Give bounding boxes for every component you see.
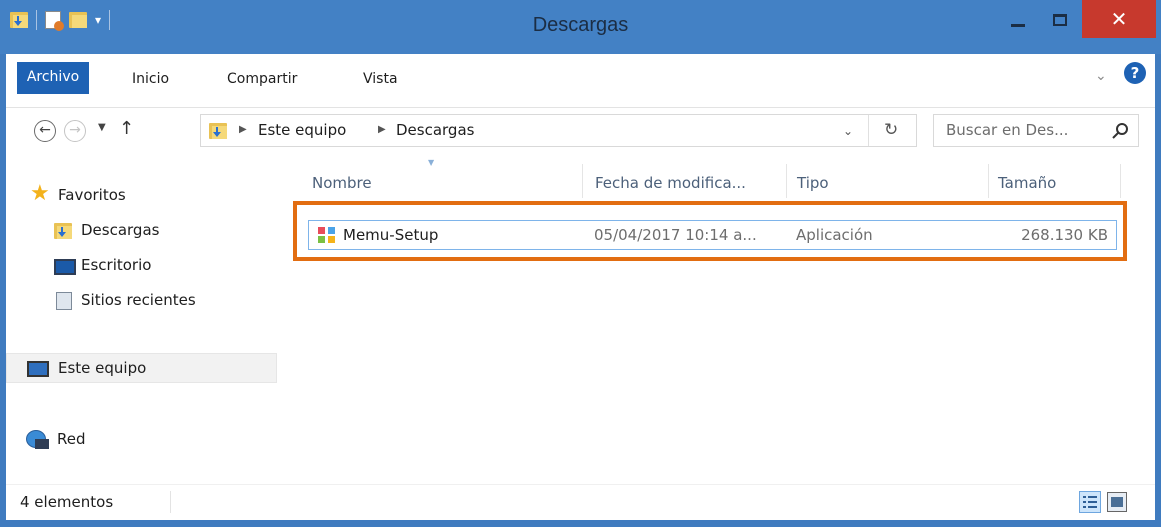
column-divider[interactable] — [582, 164, 583, 198]
folder-download-icon — [209, 123, 227, 139]
back-button[interactable]: ← — [34, 120, 56, 142]
minimize-icon — [1011, 23, 1025, 27]
sidebar-item-label: Este equipo — [58, 359, 147, 377]
navigation-pane: ★ Favoritos Descargas Escritorio Sitios … — [6, 154, 278, 484]
column-divider[interactable] — [988, 164, 989, 198]
ribbon: Archivo Inicio Compartir Vista ⌄ ? — [6, 54, 1155, 108]
details-view-button[interactable] — [1079, 491, 1101, 513]
minimize-button[interactable] — [998, 0, 1038, 40]
close-icon: ✕ — [1110, 7, 1128, 31]
address-bar[interactable]: ▶ Este equipo ▶ Descargas ⌄ ↻ — [200, 114, 917, 147]
computer-icon — [27, 361, 49, 377]
expand-ribbon-icon[interactable]: ⌄ — [1095, 68, 1107, 84]
highlight-box — [293, 201, 1127, 261]
address-divider — [868, 115, 869, 146]
folder-download-icon — [54, 223, 72, 239]
sidebar-item-label: Sitios recientes — [81, 291, 196, 309]
sidebar-item-este-equipo[interactable]: Este equipo — [6, 353, 277, 383]
tab-compartir[interactable]: Compartir — [227, 66, 297, 92]
item-count: 4 elementos — [20, 493, 114, 511]
details-view-icon — [1083, 496, 1097, 508]
sidebar-item-label: Red — [57, 430, 86, 448]
title-bar: ▾ Descargas ✕ — [0, 0, 1161, 54]
sidebar-item-escritorio[interactable]: Escritorio — [6, 251, 278, 281]
status-bar: 4 elementos — [6, 484, 1155, 520]
address-dropdown-icon[interactable]: ⌄ — [843, 124, 853, 138]
breadcrumb-chevron-icon[interactable]: ▶ — [239, 124, 247, 135]
status-divider — [170, 491, 171, 513]
maximize-button[interactable] — [1040, 0, 1080, 40]
sidebar-item-label: Favoritos — [58, 186, 126, 204]
close-button[interactable]: ✕ — [1082, 0, 1156, 38]
column-header-tamano[interactable]: Tamaño — [998, 174, 1056, 192]
large-icons-view-button[interactable] — [1107, 492, 1127, 512]
sidebar-item-descargas[interactable]: Descargas — [6, 216, 278, 246]
column-header-fecha[interactable]: Fecha de modifica... — [595, 174, 746, 192]
tab-archivo[interactable]: Archivo — [17, 62, 89, 94]
sidebar-item-label: Escritorio — [81, 256, 152, 274]
refresh-icon[interactable]: ↻ — [884, 120, 898, 140]
star-icon: ★ — [30, 181, 50, 206]
sort-ascending-icon: ▼ — [428, 158, 435, 167]
explorer-window: ▾ Descargas ✕ Archivo Inicio Compartir V… — [0, 0, 1161, 527]
column-divider[interactable] — [786, 164, 787, 198]
recent-locations-icon[interactable]: ▼ — [98, 122, 106, 133]
search-icon[interactable] — [1111, 121, 1131, 141]
tab-vista[interactable]: Vista — [363, 66, 398, 92]
column-divider[interactable] — [1120, 164, 1121, 198]
search-input[interactable]: Buscar en Des... — [946, 121, 1068, 139]
search-box[interactable]: Buscar en Des... — [933, 114, 1139, 147]
column-header-nombre[interactable]: Nombre — [312, 174, 372, 192]
sidebar-item-sitios-recientes[interactable]: Sitios recientes — [6, 286, 278, 316]
sidebar-item-label: Descargas — [81, 221, 160, 239]
sidebar-item-red[interactable]: Red — [6, 425, 278, 455]
large-icons-view-icon — [1111, 497, 1123, 507]
sidebar-item-favoritos[interactable]: ★ Favoritos — [6, 181, 278, 211]
forward-button[interactable]: → — [64, 120, 86, 142]
column-header-tipo[interactable]: Tipo — [797, 174, 829, 192]
network-icon — [26, 430, 49, 449]
desktop-icon — [54, 259, 76, 275]
window-title: Descargas — [532, 14, 629, 36]
tab-inicio[interactable]: Inicio — [132, 66, 169, 92]
navigation-bar: ← → ▼ ↑ ▶ Este equipo ▶ Descargas ⌄ ↻ Bu… — [6, 108, 1155, 154]
breadcrumb-este-equipo[interactable]: Este equipo — [258, 121, 346, 139]
breadcrumb-chevron-icon[interactable]: ▶ — [378, 124, 386, 135]
maximize-icon — [1053, 14, 1067, 26]
up-button[interactable]: ↑ — [119, 118, 134, 139]
breadcrumb-descargas[interactable]: Descargas — [396, 121, 474, 139]
help-icon[interactable]: ? — [1124, 62, 1146, 84]
recent-places-icon — [56, 292, 72, 310]
